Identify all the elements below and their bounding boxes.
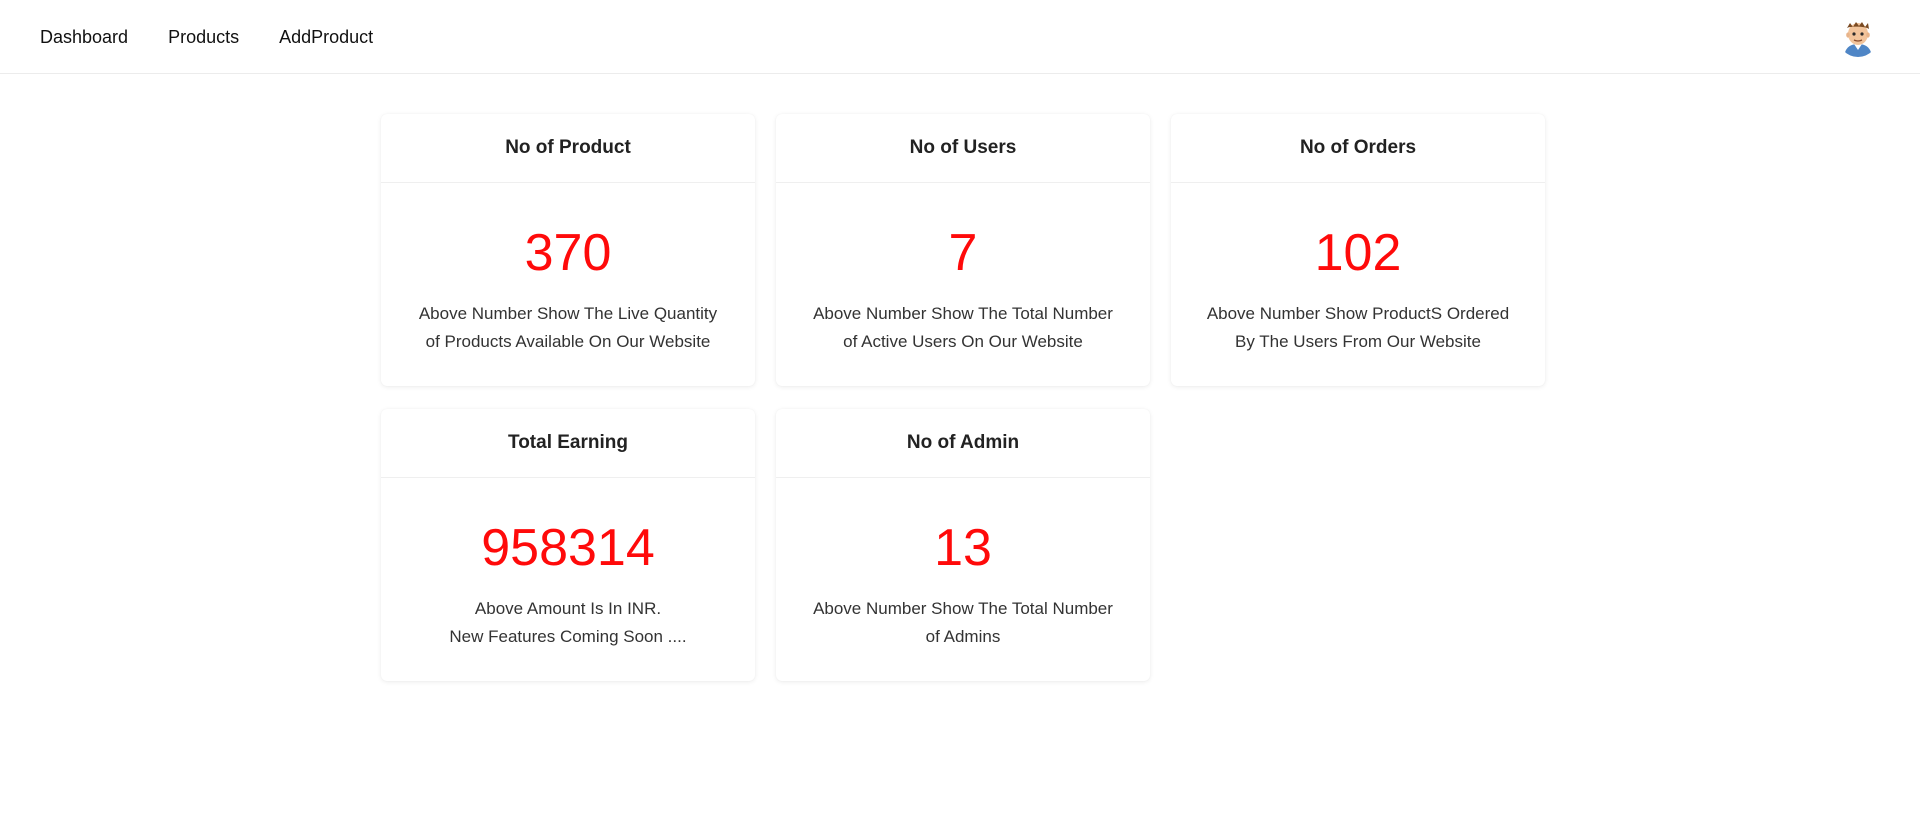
card-no-of-admin: No of Admin 13 Above Number Show The Tot… xyxy=(776,409,1150,681)
card-title: No of Users xyxy=(776,114,1150,183)
card-description-line: Above Amount Is In INR. xyxy=(474,599,662,618)
card-description-line: of Admins xyxy=(925,627,1001,646)
card-no-of-orders: No of Orders 102 Above Number Show Produ… xyxy=(1171,114,1545,386)
card-title: No of Orders xyxy=(1171,114,1545,183)
card-description-line: By The Users From Our Website xyxy=(1235,332,1481,351)
card-value: 958314 xyxy=(481,519,655,577)
card-description: Above Number Show The Live Quantity of P… xyxy=(381,300,755,356)
card-no-of-users: No of Users 7 Above Number Show The Tota… xyxy=(776,114,1150,386)
card-title: No of Admin xyxy=(776,409,1150,478)
card-description: Above Amount Is In INR. New Features Com… xyxy=(381,595,755,651)
card-description-line: Above Number Show The Total Number xyxy=(813,304,1113,323)
card-description: Above Number Show The Total Number of Ac… xyxy=(776,300,1150,356)
card-value: 370 xyxy=(524,224,612,282)
card-value: 13 xyxy=(934,519,992,577)
card-value: 7 xyxy=(948,224,978,282)
card-description-line: of Active Users On Our Website xyxy=(843,332,1083,351)
card-title: Total Earning xyxy=(381,409,755,478)
card-title: No of Product xyxy=(381,114,755,183)
card-description-line: Above Number Show The Live Quantity xyxy=(418,304,718,323)
card-description-line: New Features Coming Soon .... xyxy=(449,627,687,646)
card-description-line: Above Number Show The Total Number xyxy=(813,599,1113,618)
card-description-line: Above Number Show ProductS Ordered xyxy=(1206,304,1510,323)
card-description: Above Number Show ProductS Ordered By Th… xyxy=(1171,300,1545,356)
card-description: Above Number Show The Total Number of Ad… xyxy=(776,595,1150,651)
card-no-of-product: No of Product 370 Above Number Show The … xyxy=(381,114,755,386)
stats-cards: No of Product 370 Above Number Show The … xyxy=(0,0,1920,820)
card-total-earning: Total Earning 958314 Above Amount Is In … xyxy=(381,409,755,681)
card-description-line: of Products Available On Our Website xyxy=(425,332,711,351)
card-value: 102 xyxy=(1314,224,1402,282)
